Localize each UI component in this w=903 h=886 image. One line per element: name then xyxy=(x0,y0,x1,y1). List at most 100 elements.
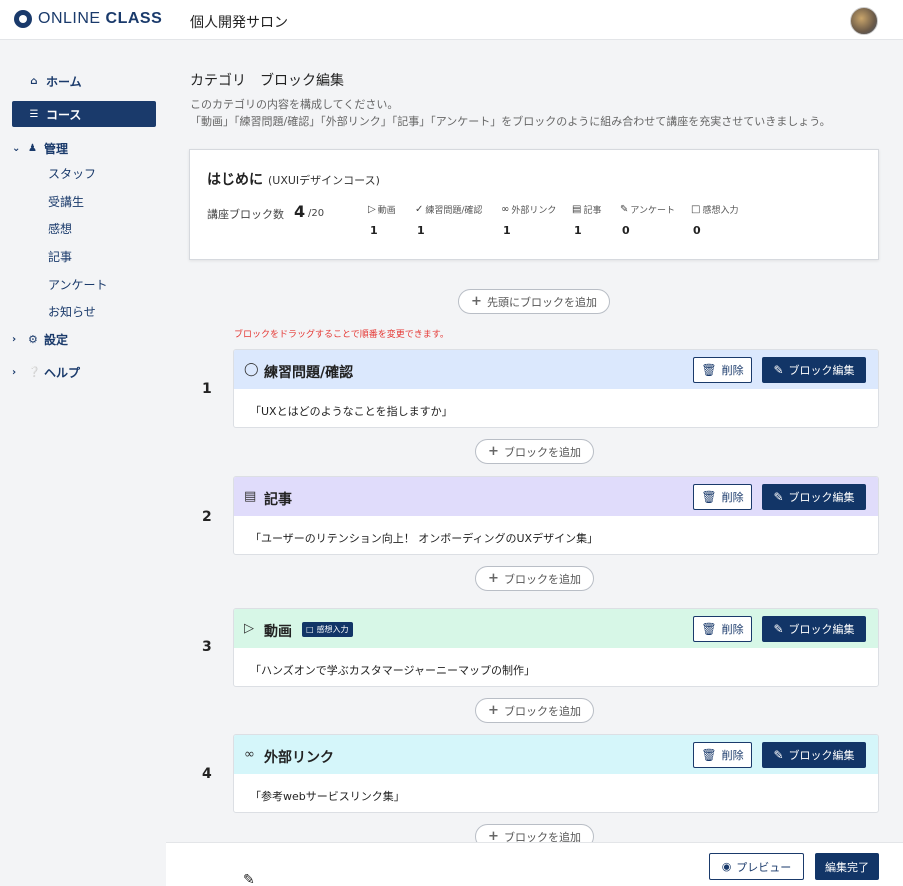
delete-button[interactable]: 🗑 削除 xyxy=(693,357,752,383)
edit-block-button[interactable]: ✎ ブロック編集 xyxy=(762,484,866,510)
block-content: 「参考webサービスリンク集」 xyxy=(250,790,405,803)
sidebar-subitem-articles[interactable]: 記事 xyxy=(48,248,72,265)
pencil-icon: ✎ xyxy=(620,204,629,215)
stat-article: ▤ 記事 1 xyxy=(572,204,602,237)
block-content: 「ユーザーのリテンション向上！ オンボーディングのUXデザイン集」 xyxy=(250,532,599,545)
chevron-down-icon: ⌄ xyxy=(12,142,21,154)
block-content: 「ハンズオンで学ぶカスタマージャーニーマップの制作」 xyxy=(250,664,536,677)
block-count-label: 講座ブロック数 xyxy=(207,208,284,221)
avatar[interactable] xyxy=(850,7,878,35)
add-block-button[interactable]: + ブロックを追加 xyxy=(475,439,594,464)
course-name: (UXUIデザインコース) xyxy=(268,174,380,187)
sidebar-item-help[interactable]: › ❔ ヘルプ xyxy=(12,362,80,382)
sidebar-item-label: 設定 xyxy=(44,332,69,347)
play-circle-icon: ▷ xyxy=(368,204,376,215)
block-count: 4 xyxy=(294,202,306,221)
sidebar-item-label: コース xyxy=(46,107,82,122)
pencil-icon: ✎ xyxy=(773,748,784,762)
sidebar-subitem-staff[interactable]: スタッフ xyxy=(48,165,96,182)
content-block[interactable]: ◯ 練習問題/確認 🗑 削除 ✎ ブロック編集 「UXとはどのようなことを指しますか… xyxy=(233,349,879,428)
sidebar-subitem-news[interactable]: お知らせ xyxy=(48,303,96,320)
stat-video: ▷ 動画 1 xyxy=(368,204,396,237)
block-title: 外部リンク xyxy=(264,750,334,766)
summary-card: はじめに (UXUIデザインコース) 講座ブロック数 4 /20 ▷ 動画 1 ✓… xyxy=(189,149,879,260)
chevron-right-icon: › xyxy=(12,366,17,378)
stat-impression: □ 感想入力 0 xyxy=(691,204,739,237)
delete-button[interactable]: 🗑 削除 xyxy=(693,742,752,768)
block-count-total: /20 xyxy=(308,208,325,219)
page-description: このカテゴリの内容を構成してください。 xyxy=(190,98,399,111)
content-block[interactable]: ▷ 動画 □ 感想入力 🗑 削除 ✎ ブロック編集 「ハンズオンで学ぶカスタマージャー… xyxy=(233,608,879,687)
block-header: ▷ 動画 □ 感想入力 🗑 削除 ✎ ブロック編集 xyxy=(234,609,878,648)
pencil-icon: ✎ xyxy=(773,363,784,377)
sidebar: ⌂ ホーム ☰ コース ⌄ ♟ 管理 スタッフ 受講生 感想 記事 アンケート … xyxy=(0,40,170,886)
edit-block-button[interactable]: ✎ ブロック編集 xyxy=(762,357,866,383)
block-header: ▤ 記事 🗑 削除 ✎ ブロック編集 xyxy=(234,477,878,516)
block-number: 2 xyxy=(202,509,212,525)
list-icon: ☰ xyxy=(29,108,39,120)
block-content: 「UXとはどのようなことを指しますか」 xyxy=(250,405,453,418)
stat-survey: ✎ アンケート 0 xyxy=(620,204,676,237)
block-title: 練習問題/確認 xyxy=(264,365,354,381)
trash-icon: 🗑 xyxy=(701,622,717,636)
sidebar-subitem-survey[interactable]: アンケート xyxy=(48,276,108,293)
block-header: ◯ 練習問題/確認 🗑 削除 ✎ ブロック編集 xyxy=(234,350,878,389)
comment-icon: □ xyxy=(306,625,314,634)
logo-icon xyxy=(14,10,32,28)
sidebar-item-home[interactable]: ⌂ ホーム xyxy=(12,68,156,94)
preview-button[interactable]: ◉ プレビュー xyxy=(709,853,804,880)
top-bar: ONLINE CLASS 個人開発サロン xyxy=(0,0,903,40)
article-icon: ▤ xyxy=(244,489,257,504)
trash-icon: 🗑 xyxy=(701,490,717,504)
block-header: ∞ 外部リンク 🗑 削除 ✎ ブロック編集 xyxy=(234,735,878,774)
plus-icon: + xyxy=(488,571,499,586)
block-title: 動画 xyxy=(264,624,292,640)
home-icon: ⌂ xyxy=(30,75,38,87)
delete-button[interactable]: 🗑 削除 xyxy=(693,616,752,642)
check-circle-icon: ✓ xyxy=(415,204,424,215)
trash-icon: 🗑 xyxy=(701,748,717,762)
link-icon: ∞ xyxy=(244,747,255,762)
edit-block-button[interactable]: ✎ ブロック編集 xyxy=(762,616,866,642)
category-title: はじめに xyxy=(207,172,263,188)
sidebar-subitem-impressions[interactable]: 感想 xyxy=(48,220,72,237)
plus-icon: + xyxy=(488,703,499,718)
impression-badge: □ 感想入力 xyxy=(302,622,353,637)
block-title: 記事 xyxy=(264,492,292,508)
add-block-first-button[interactable]: + 先頭にブロックを追加 xyxy=(458,289,610,314)
users-icon: ♟ xyxy=(28,142,37,154)
sidebar-item-settings[interactable]: › ⚙ 設定 xyxy=(12,329,68,349)
comment-icon: □ xyxy=(691,204,701,215)
plus-icon: + xyxy=(471,294,482,309)
pencil-icon: ✎ xyxy=(773,490,784,504)
sidebar-item-manage[interactable]: ⌄ ♟ 管理 xyxy=(12,138,68,158)
page-title: カテゴリ ブロック編集 xyxy=(190,73,344,89)
link-icon: ∞ xyxy=(501,204,510,215)
sidebar-subitem-students[interactable]: 受講生 xyxy=(48,193,84,210)
add-block-button[interactable]: + ブロックを追加 xyxy=(475,698,594,723)
pencil-icon: ✎ xyxy=(243,872,255,886)
sidebar-item-label: ヘルプ xyxy=(44,365,81,380)
page-description: 「動画」「練習問題/確認」「外部リンク」「記事」「アンケート」をブロックのように… xyxy=(190,115,831,128)
block-number: 4 xyxy=(202,766,212,782)
gear-icon: ⚙ xyxy=(28,332,38,346)
play-circle-icon: ▷ xyxy=(244,621,254,636)
delete-button[interactable]: 🗑 削除 xyxy=(693,484,752,510)
sidebar-item-course[interactable]: ☰ コース xyxy=(12,101,156,127)
check-circle-icon: ◯ xyxy=(244,362,259,377)
logo-text: ONLINE CLASS xyxy=(38,10,163,27)
done-button[interactable]: 編集完了 xyxy=(815,853,879,880)
eye-icon: ◉ xyxy=(721,860,732,873)
add-block-button[interactable]: + ブロックを追加 xyxy=(475,566,594,591)
sidebar-item-label: ホーム xyxy=(46,74,82,89)
logo[interactable]: ONLINE CLASS xyxy=(14,10,162,28)
app-title: 個人開発サロン xyxy=(190,15,288,31)
block-number: 1 xyxy=(202,381,212,397)
chevron-right-icon: › xyxy=(12,333,17,345)
block-number: 3 xyxy=(202,639,212,655)
edit-block-button[interactable]: ✎ ブロック編集 xyxy=(762,742,866,768)
stat-link: ∞ 外部リンク 1 xyxy=(501,204,557,237)
content-block[interactable]: ∞ 外部リンク 🗑 削除 ✎ ブロック編集 「参考webサービスリンク集」 xyxy=(233,734,879,813)
content-block[interactable]: ▤ 記事 🗑 削除 ✎ ブロック編集 「ユーザーのリテンション向上！ オンボーディン… xyxy=(233,476,879,555)
help-icon: ❔ xyxy=(28,366,41,378)
